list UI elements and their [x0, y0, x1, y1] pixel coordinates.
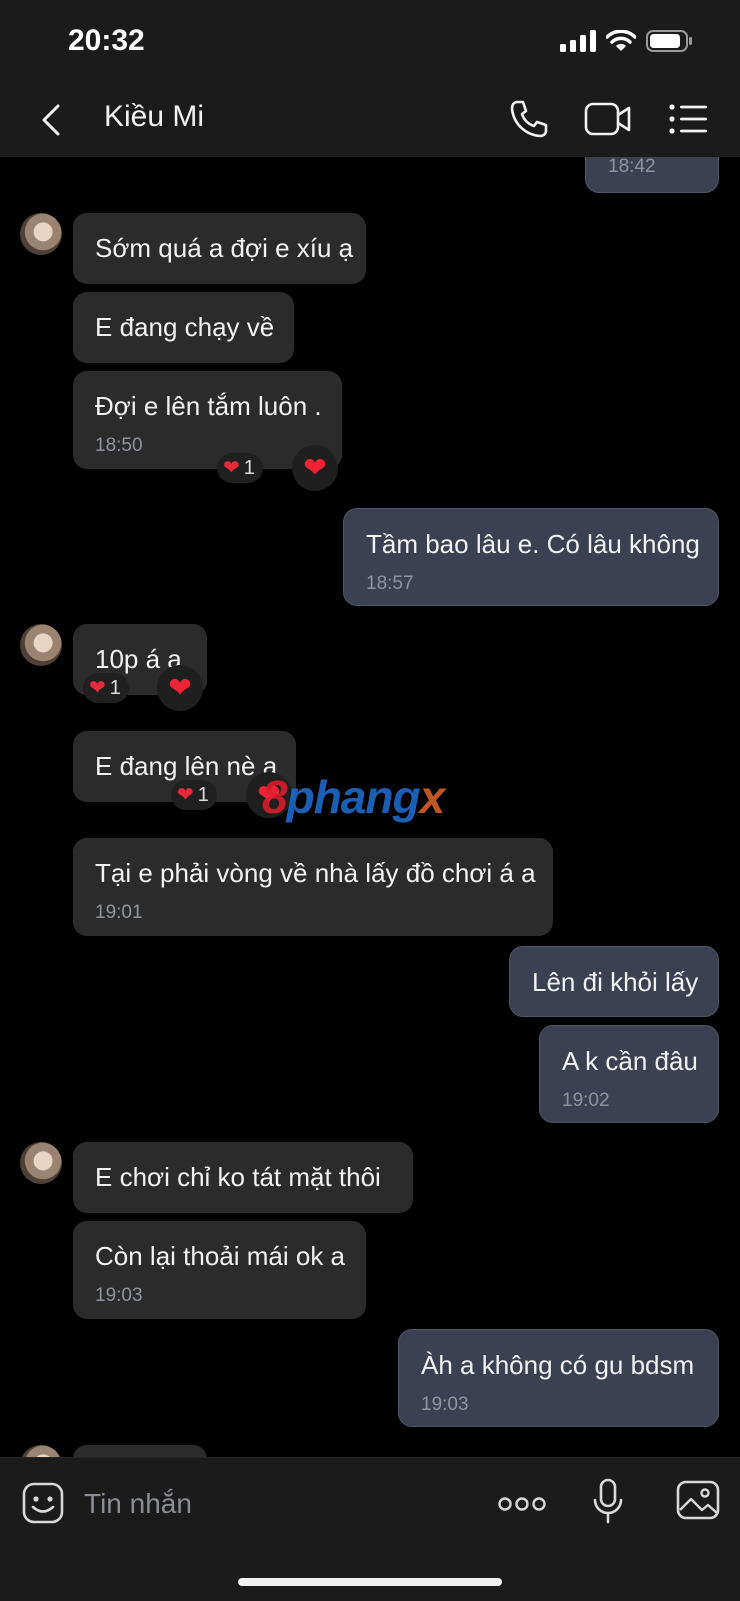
video-camera-icon[interactable]: [584, 100, 632, 138]
message-incoming[interactable]: Còn lại thoải mái ok a 19:03: [73, 1221, 366, 1319]
message-time: 19:02: [562, 1090, 610, 1111]
image-icon[interactable]: [676, 1480, 720, 1520]
message-text: E đang lên nè a: [95, 751, 278, 781]
message-text: A k cần đâu: [562, 1046, 698, 1076]
message-outgoing[interactable]: 18:42: [585, 157, 719, 193]
heart-icon: ❤: [223, 457, 240, 479]
watermark-logo: 8phangx: [262, 771, 445, 823]
list-icon[interactable]: [668, 102, 708, 136]
avatar[interactable]: [20, 1445, 62, 1457]
home-indicator[interactable]: [238, 1578, 502, 1586]
message-text: Tầm bao lâu e. Có lâu không: [366, 529, 700, 559]
message-incoming[interactable]: [73, 1445, 207, 1457]
avatar[interactable]: [20, 624, 62, 666]
message-incoming[interactable]: E đang chạy về: [73, 292, 294, 363]
contact-name[interactable]: Kiều Mi: [104, 100, 204, 134]
avatar[interactable]: [20, 213, 62, 255]
message-text: E đang chạy về: [95, 312, 275, 342]
cellular-signal-icon: [560, 30, 596, 52]
message-outgoing[interactable]: A k cần đâu 19:02: [539, 1025, 719, 1123]
message-outgoing[interactable]: Àh a không có gu bdsm 19:03: [398, 1329, 719, 1427]
message-incoming[interactable]: Tại e phải vòng về nhà lấy đồ chơi á a 1…: [73, 838, 553, 936]
avatar[interactable]: [20, 1142, 62, 1184]
message-time: 18:42: [608, 157, 656, 177]
message-text: Tại e phải vòng về nhà lấy đồ chơi á a: [95, 858, 536, 888]
message-text: Lên đi khỏi lấy: [532, 967, 699, 997]
heart-icon[interactable]: ❤: [157, 665, 203, 711]
message-text: E chơi chỉ ko tát mặt thôi: [95, 1162, 381, 1192]
message-incoming[interactable]: Sớm quá a đợi e xíu ạ: [73, 213, 366, 284]
heart-icon[interactable]: ❤: [292, 445, 338, 491]
message-outgoing[interactable]: Lên đi khỏi lấy: [509, 946, 719, 1017]
more-dots-icon[interactable]: [498, 1494, 546, 1514]
phone-icon[interactable]: [508, 98, 550, 140]
battery-icon: [646, 30, 692, 52]
reaction-count[interactable]: ❤ 1: [83, 673, 129, 703]
message-input[interactable]: [82, 1483, 446, 1525]
reaction-count[interactable]: ❤ 1: [217, 453, 263, 483]
message-time: 19:03: [421, 1394, 469, 1415]
message-time: 19:01: [95, 902, 143, 923]
message-text: Còn lại thoải mái ok a: [95, 1241, 346, 1271]
message-time: 19:03: [95, 1285, 143, 1306]
message-time: 18:57: [366, 573, 414, 594]
heart-icon: ❤: [89, 677, 106, 699]
message-time: 18:50: [95, 435, 143, 456]
message-text: Àh a không có gu bdsm: [421, 1350, 695, 1380]
wifi-icon: [606, 30, 636, 51]
sticker-icon[interactable]: [22, 1482, 64, 1524]
message-incoming[interactable]: E chơi chỉ ko tát mặt thôi: [73, 1142, 413, 1213]
message-text: Đợi e lên tắm luôn .: [95, 391, 322, 421]
message-outgoing[interactable]: Tầm bao lâu e. Có lâu không 18:57: [343, 508, 719, 606]
microphone-icon[interactable]: [592, 1478, 624, 1524]
chevron-left-icon[interactable]: [36, 100, 68, 140]
message-text: Sớm quá a đợi e xíu ạ: [95, 233, 354, 263]
status-time: 20:32: [68, 24, 145, 57]
reaction-count[interactable]: ❤ 1: [171, 780, 217, 810]
heart-icon: ❤: [177, 784, 194, 806]
